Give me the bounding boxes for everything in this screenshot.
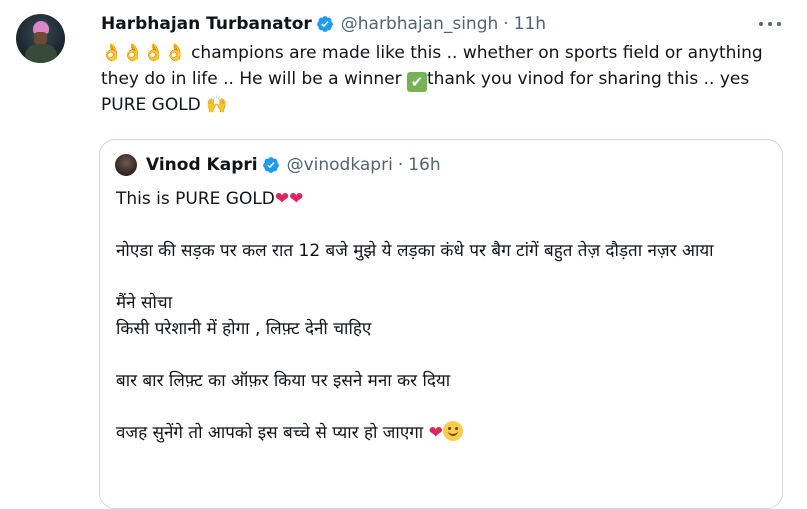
red-heart-emoji: ❤ xyxy=(428,423,443,443)
quoted-tweet-card[interactable]: Vinod Kapri @vinodkapri · 16h This is PU… xyxy=(99,139,783,509)
quoted-paragraph-3-line-1: मैंने सोचा xyxy=(116,293,173,313)
tweet-timestamp[interactable]: 11h xyxy=(514,14,546,34)
separator-dot: · xyxy=(503,14,509,34)
quoted-author-handle[interactable]: @vinodkapri xyxy=(287,155,393,175)
quoted-tweet-header: Vinod Kapri @vinodkapri · 16h xyxy=(146,153,441,177)
separator-dot: · xyxy=(397,155,404,175)
tweet-text: 👌👌👌👌 champions are made like this .. whe… xyxy=(101,40,791,118)
smiling-face-emoji xyxy=(442,421,463,441)
check-mark-emoji: ✔ xyxy=(407,72,427,92)
avatar-body xyxy=(25,44,57,63)
ok-hand-emoji: 👌👌👌👌 xyxy=(101,43,186,63)
quoted-paragraph-4: बार बार लिफ़्ट का ऑफ़र किया पर इसने मना … xyxy=(116,371,451,391)
quoted-tweet-text: This is PURE GOLD❤❤ नोएडा की सड़क पर कल … xyxy=(116,186,756,446)
quoted-paragraph-3-line-2: किसी परेशानी में होगा , लिफ़्ट देनी चाहि… xyxy=(116,319,372,339)
verified-badge-icon xyxy=(316,16,333,32)
quoted-paragraph-5-text: वजह सुनेंगे तो आपको इस बच्चे से प्यार हो… xyxy=(116,423,429,443)
quoted-author-avatar[interactable] xyxy=(115,154,137,176)
profile-avatar[interactable] xyxy=(16,14,65,63)
quoted-author-name[interactable]: Vinod Kapri xyxy=(146,155,258,175)
quoted-tweet-timestamp[interactable]: 16h xyxy=(408,155,440,175)
verified-badge-icon xyxy=(262,157,279,173)
quoted-paragraph-2: नोएडा की सड़क पर कल रात 12 बजे मुझे ये ल… xyxy=(116,241,714,261)
author-name[interactable]: Harbhajan Turbanator xyxy=(101,14,312,34)
quoted-line-1-text: This is PURE GOLD xyxy=(116,189,275,209)
raised-hands-emoji: 🙌 xyxy=(206,95,228,115)
tweet-header: Harbhajan Turbanator @harbhajan_singh · … xyxy=(101,12,546,36)
quoted-line-1: This is PURE GOLD❤❤ xyxy=(116,186,756,212)
more-options-icon[interactable] xyxy=(758,14,782,34)
author-handle[interactable]: @harbhajan_singh xyxy=(341,14,499,34)
red-heart-emoji: ❤❤ xyxy=(274,189,304,209)
quoted-paragraph-5: वजह सुनेंगे तो आपको इस बच्चे से प्यार हो… xyxy=(116,420,756,446)
